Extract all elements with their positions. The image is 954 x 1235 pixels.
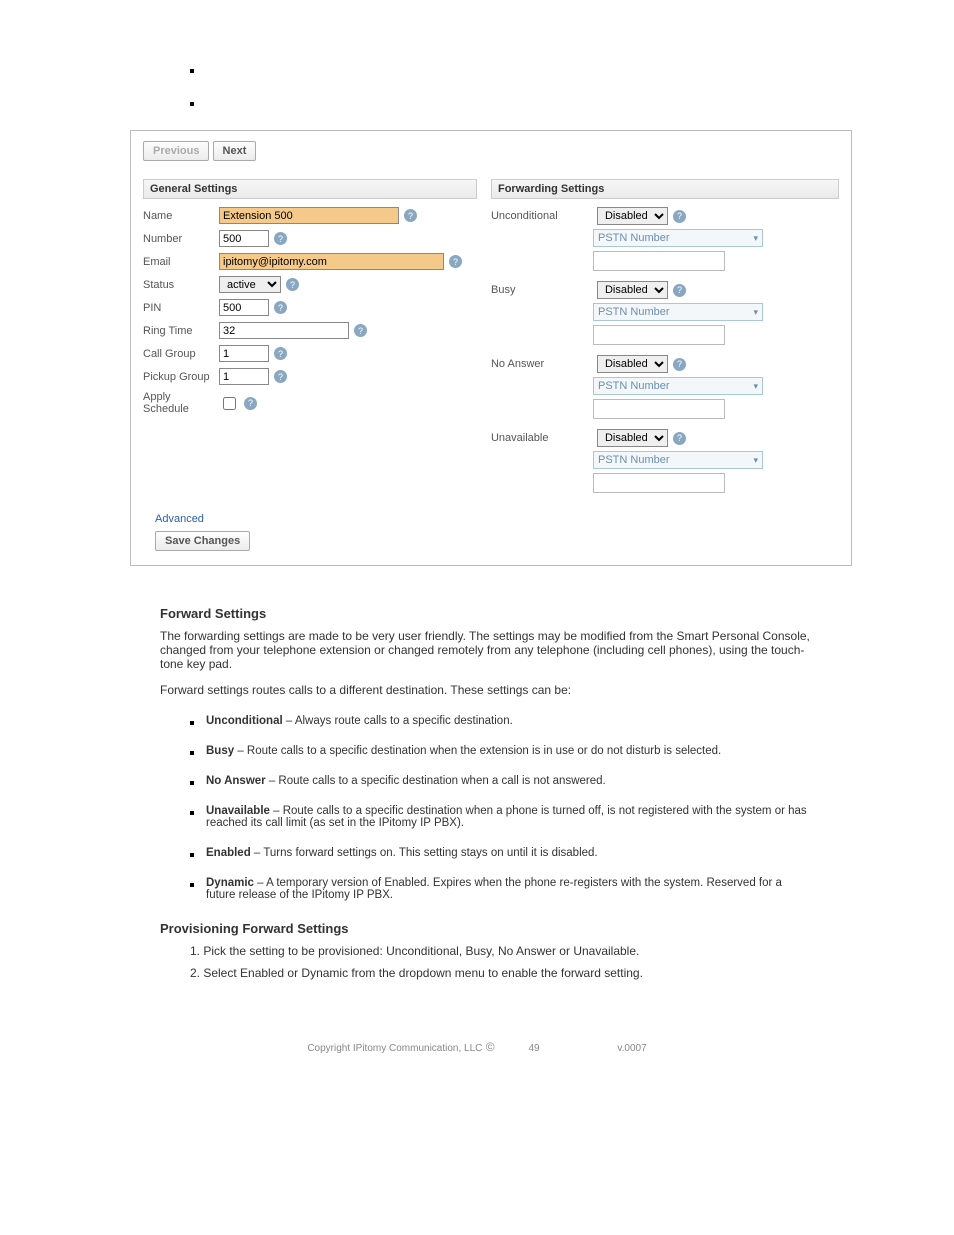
no-answer-label: No Answer bbox=[491, 358, 597, 370]
pstn-number-dropdown[interactable]: PSTN Number ▾ bbox=[593, 377, 763, 395]
bullet-dot bbox=[190, 102, 194, 106]
pstn-number-label: PSTN Number bbox=[598, 306, 670, 318]
pin-field[interactable] bbox=[219, 299, 269, 316]
forward-settings-intro: The forwarding settings are made to be v… bbox=[160, 629, 810, 671]
apply-schedule-label: Apply Schedule bbox=[143, 391, 219, 415]
footer-version: v.0007 bbox=[617, 1043, 646, 1054]
pstn-number-label: PSTN Number bbox=[598, 380, 670, 392]
top-bullet-list bbox=[190, 64, 894, 106]
body-content: Forward Settings The forwarding settings… bbox=[160, 606, 810, 980]
unconditional-select[interactable]: Disabled bbox=[597, 207, 668, 225]
unavailable-label: Unavailable bbox=[491, 432, 597, 444]
list-item: Dynamic – A temporary version of Enabled… bbox=[190, 877, 810, 901]
email-field[interactable] bbox=[219, 253, 444, 270]
help-icon[interactable] bbox=[274, 370, 287, 383]
pstn-number-dropdown[interactable]: PSTN Number ▾ bbox=[593, 229, 763, 247]
list-item: Unconditional – Always route calls to a … bbox=[190, 715, 810, 727]
help-icon[interactable] bbox=[354, 324, 367, 337]
help-icon[interactable] bbox=[286, 278, 299, 291]
forward-settings-lead: Forward settings routes calls to a diffe… bbox=[160, 683, 810, 697]
unavailable-select[interactable]: Disabled bbox=[597, 429, 668, 447]
number-field[interactable] bbox=[219, 230, 269, 247]
list-item: Enabled – Turns forward settings on. Thi… bbox=[190, 847, 810, 859]
pstn-number-dropdown[interactable]: PSTN Number ▾ bbox=[593, 451, 763, 469]
help-icon[interactable] bbox=[449, 255, 462, 268]
help-icon[interactable] bbox=[673, 210, 686, 223]
advanced-link[interactable]: Advanced bbox=[155, 513, 204, 525]
chevron-down-icon: ▾ bbox=[753, 307, 758, 318]
status-select[interactable]: active bbox=[219, 276, 281, 293]
apply-schedule-checkbox[interactable] bbox=[223, 397, 236, 410]
forwarding-number-field[interactable] bbox=[593, 251, 725, 271]
list-item: No Answer – Route calls to a specific de… bbox=[190, 775, 810, 787]
help-icon[interactable] bbox=[274, 347, 287, 360]
pickup-group-label: Pickup Group bbox=[143, 371, 219, 383]
help-icon[interactable] bbox=[673, 358, 686, 371]
pin-label: PIN bbox=[143, 302, 219, 314]
settings-panel: Previous Next General Settings Name Numb… bbox=[130, 130, 852, 566]
provisioning-step: 2. Select Enabled or Dynamic from the dr… bbox=[190, 966, 810, 980]
status-label: Status bbox=[143, 279, 219, 291]
call-group-label: Call Group bbox=[143, 348, 219, 360]
previous-button: Previous bbox=[143, 141, 209, 161]
help-icon[interactable] bbox=[673, 432, 686, 445]
footer-page: 49 bbox=[528, 1043, 539, 1054]
unconditional-label: Unconditional bbox=[491, 210, 597, 222]
ring-time-label: Ring Time bbox=[143, 325, 219, 337]
name-field[interactable] bbox=[219, 207, 399, 224]
email-label: Email bbox=[143, 256, 219, 268]
page-footer: Copyright IPitomy Communication, LLC © 4… bbox=[60, 1040, 894, 1054]
help-icon[interactable] bbox=[274, 232, 287, 245]
help-icon[interactable] bbox=[274, 301, 287, 314]
provisioning-step: 1. Pick the setting to be provisioned: U… bbox=[190, 944, 810, 958]
general-settings-header: General Settings bbox=[143, 179, 477, 199]
busy-select[interactable]: Disabled bbox=[597, 281, 668, 299]
forwarding-number-field[interactable] bbox=[593, 325, 725, 345]
chevron-down-icon: ▾ bbox=[753, 381, 758, 392]
ring-time-field[interactable] bbox=[219, 322, 349, 339]
no-answer-select[interactable]: Disabled bbox=[597, 355, 668, 373]
provisioning-heading: Provisioning Forward Settings bbox=[160, 921, 810, 936]
busy-label: Busy bbox=[491, 284, 597, 296]
help-icon[interactable] bbox=[673, 284, 686, 297]
name-label: Name bbox=[143, 210, 219, 222]
save-changes-button[interactable]: Save Changes bbox=[155, 531, 250, 551]
pstn-number-label: PSTN Number bbox=[598, 232, 670, 244]
next-button[interactable]: Next bbox=[213, 141, 257, 161]
list-item: Busy – Route calls to a specific destina… bbox=[190, 745, 810, 757]
forwarding-number-field[interactable] bbox=[593, 399, 725, 419]
chevron-down-icon: ▾ bbox=[753, 233, 758, 244]
bullet-dot bbox=[190, 69, 194, 73]
help-icon[interactable] bbox=[244, 397, 257, 410]
help-icon[interactable] bbox=[404, 209, 417, 222]
number-label: Number bbox=[143, 233, 219, 245]
footer-copyright: Copyright IPitomy Communication, LLC © bbox=[307, 1043, 498, 1054]
forwarding-number-field[interactable] bbox=[593, 473, 725, 493]
forward-settings-heading: Forward Settings bbox=[160, 606, 810, 621]
pstn-number-label: PSTN Number bbox=[598, 454, 670, 466]
pstn-number-dropdown[interactable]: PSTN Number ▾ bbox=[593, 303, 763, 321]
list-item: Unavailable – Route calls to a specific … bbox=[190, 805, 810, 829]
call-group-field[interactable] bbox=[219, 345, 269, 362]
chevron-down-icon: ▾ bbox=[753, 455, 758, 466]
forwarding-settings-header: Forwarding Settings bbox=[491, 179, 839, 199]
pickup-group-field[interactable] bbox=[219, 368, 269, 385]
